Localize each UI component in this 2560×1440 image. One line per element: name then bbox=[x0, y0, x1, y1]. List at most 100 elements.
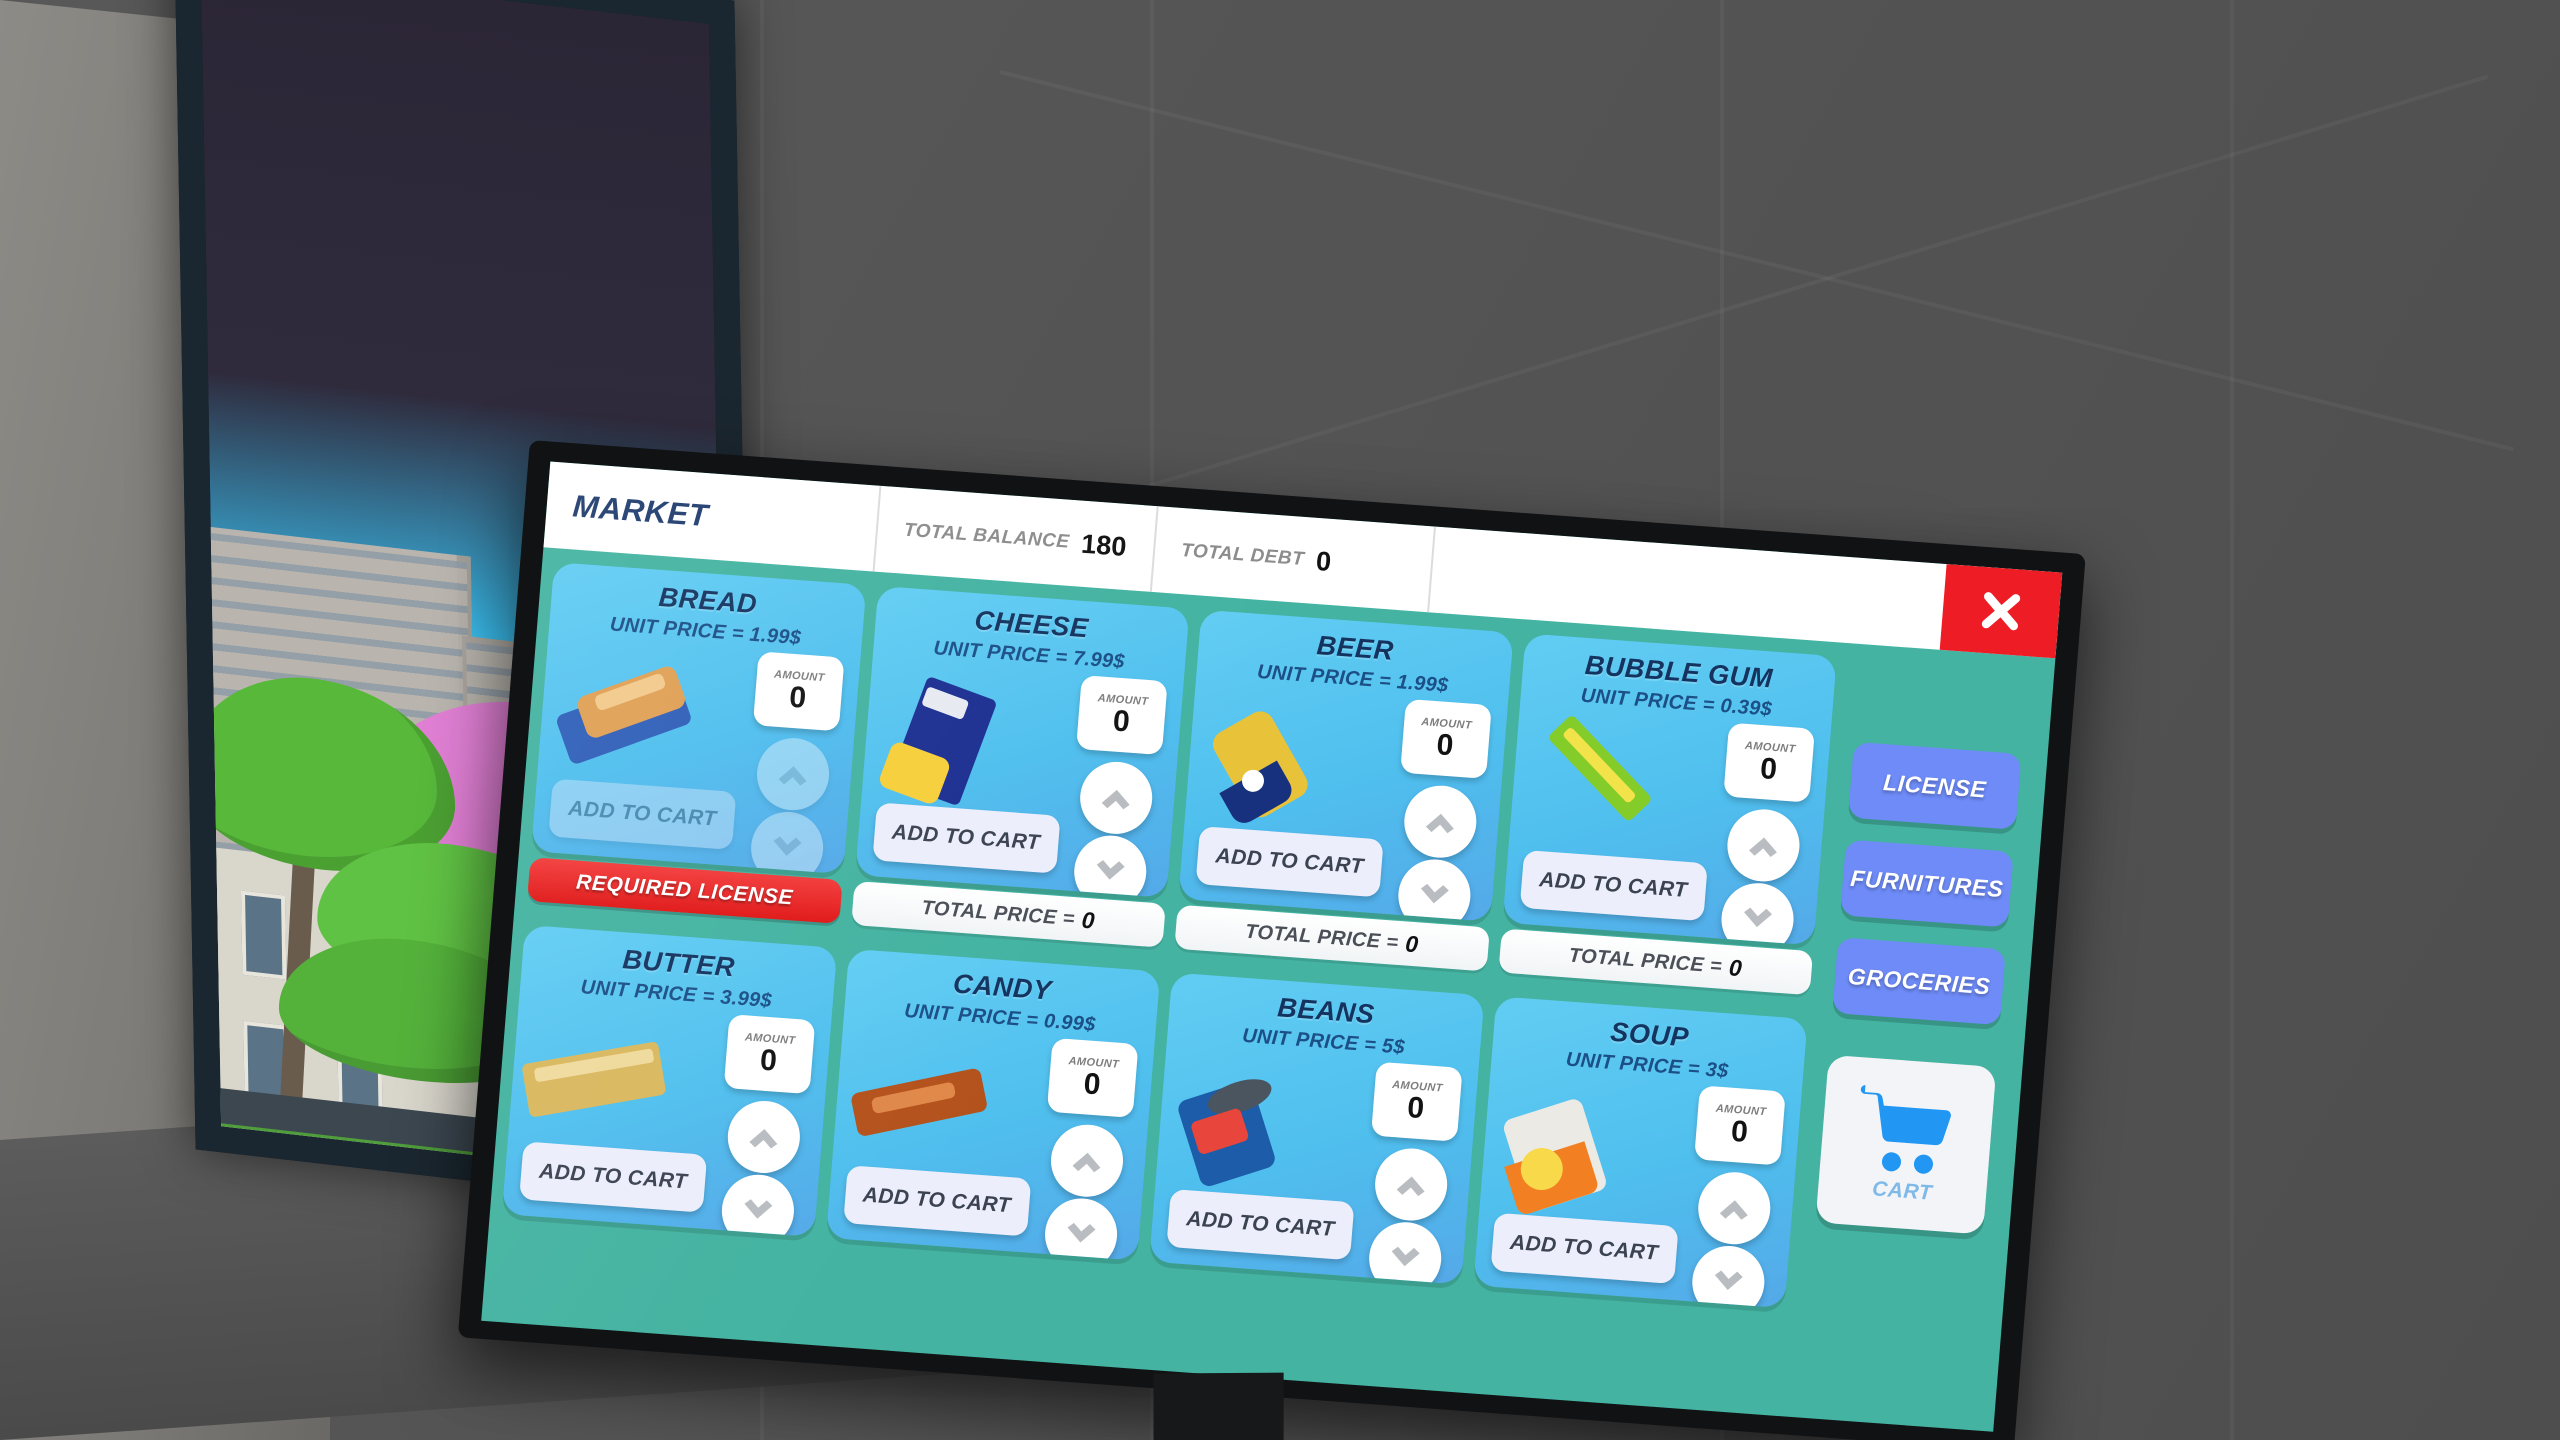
product-slot: SOUP UNIT PRICE = 3$ AMOUNT 0 ADD TO CAR… bbox=[1468, 996, 1808, 1368]
chevron-up-icon bbox=[1072, 1152, 1101, 1173]
product-slot: BEANS UNIT PRICE = 5$ AMOUNT 0 ADD TO CA… bbox=[1144, 972, 1485, 1344]
total-balance-label: TOTAL BALANCE bbox=[903, 519, 1071, 553]
add-to-cart-button[interactable]: ADD TO CART bbox=[842, 1165, 1031, 1237]
cheese-box-thumb bbox=[875, 673, 1025, 811]
amount-value: 0 bbox=[1758, 751, 1779, 786]
chevron-up-icon bbox=[1749, 837, 1777, 857]
amount-value: 0 bbox=[758, 1043, 779, 1078]
product-card: BUBBLE GUM UNIT PRICE = 0.39$ AMOUNT 0 A… bbox=[1501, 633, 1837, 946]
amount-decrease-button[interactable] bbox=[1395, 856, 1473, 922]
monitor-stand-neck bbox=[1153, 1372, 1284, 1440]
chevron-down-icon bbox=[1096, 860, 1125, 880]
add-to-cart-button[interactable]: ADD TO CART bbox=[519, 1141, 708, 1213]
chevron-up-icon bbox=[1101, 789, 1130, 810]
amount-value: 0 bbox=[1111, 704, 1132, 739]
beans-can-thumb bbox=[1169, 1059, 1319, 1197]
market-screen: MARKET TOTAL BALANCE 180 TOTAL DEBT 0 BR… bbox=[481, 461, 2063, 1432]
rail-button-license[interactable]: LICENSE bbox=[1847, 741, 2022, 830]
chevron-down-icon bbox=[743, 1199, 772, 1219]
product-grid: BREAD UNIT PRICE = 1.99$ AMOUNT 0 ADD TO… bbox=[493, 562, 1837, 1416]
amount-increase-button[interactable] bbox=[724, 1098, 803, 1176]
rail-button-groceries[interactable]: GROCERIES bbox=[1832, 937, 2006, 1026]
chevron-down-icon bbox=[1744, 907, 1772, 928]
amount-increase-button[interactable] bbox=[1695, 1169, 1774, 1247]
amount-value: 0 bbox=[788, 680, 808, 715]
chevron-down-icon bbox=[1420, 883, 1449, 904]
total-price-value: 0 bbox=[1404, 929, 1420, 957]
amount-decrease-button[interactable] bbox=[1689, 1243, 1768, 1309]
amount-decrease-button[interactable] bbox=[1071, 833, 1150, 898]
amount-display[interactable]: AMOUNT 0 bbox=[723, 1014, 815, 1095]
amount-increase-button[interactable] bbox=[1724, 806, 1803, 884]
chevron-up-icon bbox=[778, 766, 807, 786]
rail-button-furnitures[interactable]: FURNITURES bbox=[1840, 839, 2014, 928]
amount-display[interactable]: AMOUNT 0 bbox=[1399, 698, 1492, 779]
product-slot: BREAD UNIT PRICE = 1.99$ AMOUNT 0 ADD TO… bbox=[526, 562, 866, 934]
candy-bar-thumb bbox=[846, 1035, 996, 1173]
chevron-up-icon bbox=[1425, 813, 1454, 834]
amount-value: 0 bbox=[1729, 1114, 1750, 1149]
amount-increase-button[interactable] bbox=[753, 735, 832, 813]
amount-decrease-button[interactable] bbox=[1718, 880, 1797, 946]
butter-block-thumb bbox=[521, 1012, 672, 1150]
cart-button[interactable]: CART bbox=[1815, 1054, 1997, 1235]
bubble-gum-stick-thumb bbox=[1522, 713, 1672, 858]
cart-label: CART bbox=[1871, 1177, 1934, 1205]
monitor: MARKET TOTAL BALANCE 180 TOTAL DEBT 0 BR… bbox=[457, 440, 2086, 1440]
product-slot: CANDY UNIT PRICE = 0.99$ AMOUNT 0 ADD TO… bbox=[821, 948, 1161, 1321]
product-slot: BEER UNIT PRICE = 1.99$ AMOUNT 0 ADD TO … bbox=[1173, 609, 1514, 982]
amount-display[interactable]: AMOUNT 0 bbox=[1046, 1037, 1139, 1118]
chevron-down-icon bbox=[1714, 1270, 1743, 1290]
amount-value: 0 bbox=[1082, 1066, 1102, 1101]
amount-decrease-button[interactable] bbox=[1042, 1195, 1120, 1261]
amount-display[interactable]: AMOUNT 0 bbox=[1370, 1061, 1463, 1142]
add-to-cart-button[interactable]: ADD TO CART bbox=[871, 802, 1061, 874]
chevron-down-icon bbox=[773, 836, 802, 856]
total-price-value: 0 bbox=[1727, 953, 1744, 981]
amount-increase-button[interactable] bbox=[1048, 1122, 1126, 1200]
amount-decrease-button[interactable] bbox=[747, 809, 826, 875]
chevron-up-icon bbox=[1719, 1200, 1748, 1220]
amount-decrease-button[interactable] bbox=[1365, 1219, 1444, 1285]
product-card: BREAD UNIT PRICE = 1.99$ AMOUNT 0 ADD TO… bbox=[531, 562, 866, 875]
chevron-down-icon bbox=[1067, 1222, 1096, 1243]
amount-increase-button[interactable] bbox=[1371, 1145, 1450, 1223]
product-card: BEANS UNIT PRICE = 5$ AMOUNT 0 ADD TO CA… bbox=[1149, 972, 1485, 1285]
total-price-label: TOTAL PRICE = bbox=[920, 896, 1076, 930]
product-card: CHEESE UNIT PRICE = 7.99$ AMOUNT 0 ADD T… bbox=[854, 585, 1190, 898]
amount-decrease-button[interactable] bbox=[718, 1172, 797, 1237]
chevron-up-icon bbox=[1396, 1176, 1425, 1197]
amount-increase-button[interactable] bbox=[1401, 783, 1479, 861]
beer-can-thumb bbox=[1198, 696, 1348, 834]
chevron-down-icon bbox=[1391, 1246, 1420, 1267]
product-slot: CHEESE UNIT PRICE = 7.99$ AMOUNT 0 ADD T… bbox=[850, 585, 1190, 958]
add-to-cart-button[interactable]: ADD TO CART bbox=[1195, 826, 1384, 898]
product-card: SOUP UNIT PRICE = 3$ AMOUNT 0 ADD TO CAR… bbox=[1472, 996, 1808, 1309]
amount-display[interactable]: AMOUNT 0 bbox=[1694, 1085, 1786, 1166]
chevron-up-icon bbox=[748, 1128, 777, 1149]
add-to-cart-button[interactable]: ADD TO CART bbox=[1489, 1212, 1679, 1284]
total-debt-label: TOTAL DEBT bbox=[1180, 540, 1305, 570]
add-to-cart-button[interactable]: ADD TO CART bbox=[548, 778, 737, 850]
product-card: BUTTER UNIT PRICE = 3.99$ AMOUNT 0 ADD T… bbox=[501, 924, 837, 1237]
product-slot: BUBBLE GUM UNIT PRICE = 0.39$ AMOUNT 0 A… bbox=[1497, 633, 1837, 1005]
amount-display[interactable]: AMOUNT 0 bbox=[1723, 722, 1815, 803]
add-to-cart-button[interactable]: ADD TO CART bbox=[1166, 1188, 1355, 1261]
total-price-label: TOTAL PRICE = bbox=[1568, 943, 1723, 978]
total-debt-value: 0 bbox=[1314, 545, 1333, 577]
product-slot: BUTTER UNIT PRICE = 3.99$ AMOUNT 0 ADD T… bbox=[497, 924, 837, 1297]
total-balance-value: 180 bbox=[1080, 528, 1128, 562]
amount-value: 0 bbox=[1435, 727, 1455, 762]
amount-display[interactable]: AMOUNT 0 bbox=[1075, 675, 1168, 756]
product-card: BEER UNIT PRICE = 1.99$ AMOUNT 0 ADD TO … bbox=[1178, 609, 1514, 922]
amount-value: 0 bbox=[1406, 1090, 1426, 1125]
total-price-label: TOTAL PRICE = bbox=[1244, 920, 1400, 954]
add-to-cart-button[interactable]: ADD TO CART bbox=[1519, 849, 1708, 922]
market-body: BREAD UNIT PRICE = 1.99$ AMOUNT 0 ADD TO… bbox=[481, 547, 2055, 1432]
close-button[interactable] bbox=[1939, 564, 2063, 659]
bread-package-thumb bbox=[551, 649, 701, 787]
game-scene: MARKET TOTAL BALANCE 180 TOTAL DEBT 0 BR… bbox=[0, 0, 2560, 1440]
amount-increase-button[interactable] bbox=[1077, 759, 1155, 837]
amount-display[interactable]: AMOUNT 0 bbox=[752, 651, 845, 732]
soup-can-thumb bbox=[1493, 1083, 1643, 1221]
